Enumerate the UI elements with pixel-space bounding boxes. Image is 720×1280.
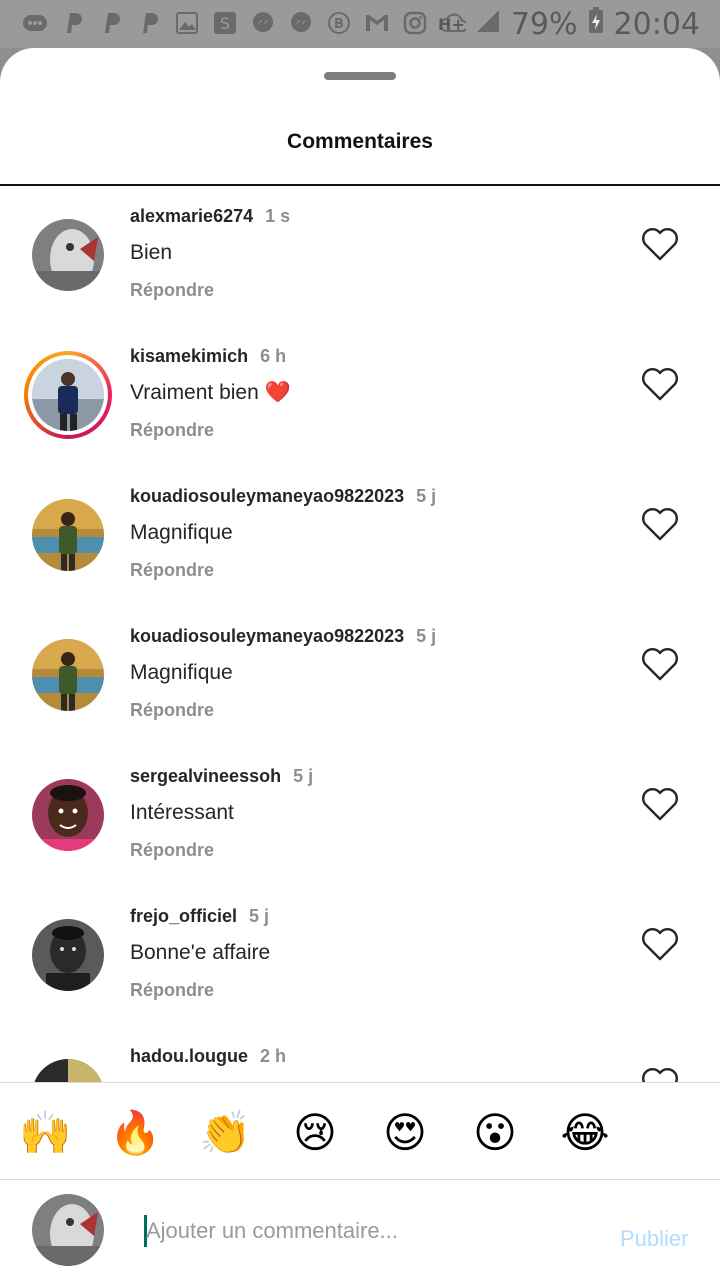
- reply-button[interactable]: Répondre: [130, 980, 214, 1001]
- comment-username[interactable]: alexmarie6274: [130, 206, 253, 226]
- battery-percent: 79%: [510, 6, 578, 42]
- avatar-with-story-ring[interactable]: [24, 351, 112, 439]
- avatar[interactable]: [32, 1059, 104, 1082]
- network-type-label: H+: [438, 14, 465, 34]
- paypal-icon: [136, 10, 162, 36]
- comment-text: Bien: [130, 241, 173, 264]
- paypal-icon: [98, 10, 124, 36]
- comment-item: kouadiosouleymaneyao9822023 5 j Magnifiqu…: [0, 606, 720, 746]
- instagram-icon: [402, 10, 428, 36]
- avatar[interactable]: [32, 499, 104, 571]
- emoji-surprised-face[interactable]: 😮: [469, 1107, 521, 1159]
- comment-time: 5 j: [416, 486, 437, 506]
- comment-meta: kouadiosouleymaneyao9822023 5 j: [130, 626, 436, 647]
- svg-text:B: B: [334, 17, 344, 32]
- sheet-title: Commentaires: [287, 130, 433, 153]
- battery-charging-icon: [588, 6, 604, 42]
- comment-list[interactable]: alexmarie6274 1 s Bien Répondre kisamekim…: [0, 186, 720, 1082]
- b-circle-icon: B: [326, 10, 352, 36]
- comment-text: Magnifique: [130, 521, 233, 544]
- comment-username[interactable]: kouadiosouleymaneyao9822023: [130, 626, 404, 646]
- svg-text:S: S: [220, 14, 230, 33]
- comment-text: Bonne'e affaire: [130, 941, 271, 964]
- status-right: H+ 79% 20:04: [438, 6, 700, 42]
- gallery-icon: [174, 10, 200, 36]
- comment-time: 5 j: [416, 626, 437, 646]
- emoji-crying-face[interactable]: 😢: [289, 1107, 341, 1159]
- messenger-icon: [288, 10, 314, 36]
- comment-username[interactable]: kisamekimich: [130, 346, 248, 366]
- comment-time: 1 s: [265, 206, 291, 226]
- avatar[interactable]: [32, 639, 104, 711]
- emoji-clapping-hands[interactable]: 👏: [199, 1107, 251, 1159]
- avatar[interactable]: [32, 219, 104, 291]
- signal-icon: [475, 7, 501, 42]
- comment-time: 6 h: [260, 346, 287, 366]
- reply-button[interactable]: Répondre: [130, 700, 214, 721]
- reply-button[interactable]: Répondre: [130, 840, 214, 861]
- reply-button[interactable]: Répondre: [130, 280, 214, 301]
- drag-handle[interactable]: [324, 72, 396, 80]
- comment-item: kisamekimich 6 h Vraiment bien ❤️ Répondr…: [0, 326, 720, 466]
- current-user-avatar: [32, 1194, 104, 1266]
- comment-meta: kouadiosouleymaneyao9822023 5 j: [130, 486, 436, 507]
- s-app-icon: S: [212, 10, 238, 36]
- comment-text: Intéressant: [130, 801, 234, 824]
- comment-item: sergealvineessoh 5 j Intéressant Répondre: [0, 746, 720, 886]
- reply-button[interactable]: Répondre: [130, 560, 214, 581]
- comment-item: alexmarie6274 1 s Bien Répondre: [0, 186, 720, 326]
- reply-button[interactable]: Répondre: [130, 420, 214, 441]
- messenger-icon: [250, 10, 276, 36]
- like-heart-icon[interactable]: [640, 1066, 680, 1082]
- publish-button[interactable]: Publier: [620, 1226, 688, 1252]
- paypal-icon: [60, 10, 86, 36]
- comment-time: 5 j: [249, 906, 270, 926]
- comment-meta: hadou.lougue 2 h: [130, 1046, 286, 1067]
- comment-username[interactable]: frejo_officiel: [130, 906, 237, 926]
- comment-meta: kisamekimich 6 h: [130, 346, 286, 367]
- comment-input[interactable]: [146, 1214, 576, 1248]
- like-heart-icon[interactable]: [640, 226, 680, 262]
- comment-username[interactable]: sergealvineessoh: [130, 766, 281, 786]
- comment-text: Vraiment bien ❤️: [130, 381, 291, 404]
- comment-username[interactable]: hadou.lougue: [130, 1046, 248, 1066]
- notification-icons: S B: [22, 10, 466, 36]
- emoji-bar: 🙌 🔥 👏 😢 😍 😮 😂: [0, 1082, 720, 1180]
- comment-meta: frejo_officiel 5 j: [130, 906, 269, 927]
- avatar[interactable]: [32, 779, 104, 851]
- chat-bubble-icon: [22, 10, 48, 36]
- gmail-icon: [364, 10, 390, 36]
- clock: 20:04: [613, 6, 700, 42]
- emoji-heart-eyes[interactable]: 😍: [379, 1107, 431, 1159]
- emoji-tears-of-joy[interactable]: 😂: [559, 1107, 611, 1159]
- comment-item: hadou.lougue 2 h: [0, 1026, 720, 1082]
- comment-composer: Publier: [0, 1180, 720, 1280]
- comment-time: 2 h: [259, 1046, 286, 1066]
- comment-meta: sergealvineessoh 5 j: [130, 766, 313, 787]
- like-heart-icon[interactable]: [640, 786, 680, 822]
- like-heart-icon[interactable]: [640, 506, 680, 542]
- like-heart-icon[interactable]: [640, 366, 680, 402]
- emoji-fire[interactable]: 🔥: [109, 1107, 161, 1159]
- comment-meta: alexmarie6274 1 s: [130, 206, 290, 227]
- emoji-raising-hands[interactable]: 🙌: [19, 1107, 71, 1159]
- like-heart-icon[interactable]: [640, 926, 680, 962]
- comment-username[interactable]: kouadiosouleymaneyao9822023: [130, 486, 404, 506]
- status-bar: S B H+ 79% 20:04: [0, 0, 720, 48]
- comment-text: Magnifique: [130, 661, 233, 684]
- like-heart-icon[interactable]: [640, 646, 680, 682]
- comments-sheet: Commentaires alexmarie6274 1 s Bien Répon…: [0, 48, 720, 1280]
- comment-item: kouadiosouleymaneyao9822023 5 j Magnifiqu…: [0, 466, 720, 606]
- avatar[interactable]: [32, 919, 104, 991]
- comment-item: frejo_officiel 5 j Bonne'e affaire Répond…: [0, 886, 720, 1026]
- comment-time: 5 j: [293, 766, 314, 786]
